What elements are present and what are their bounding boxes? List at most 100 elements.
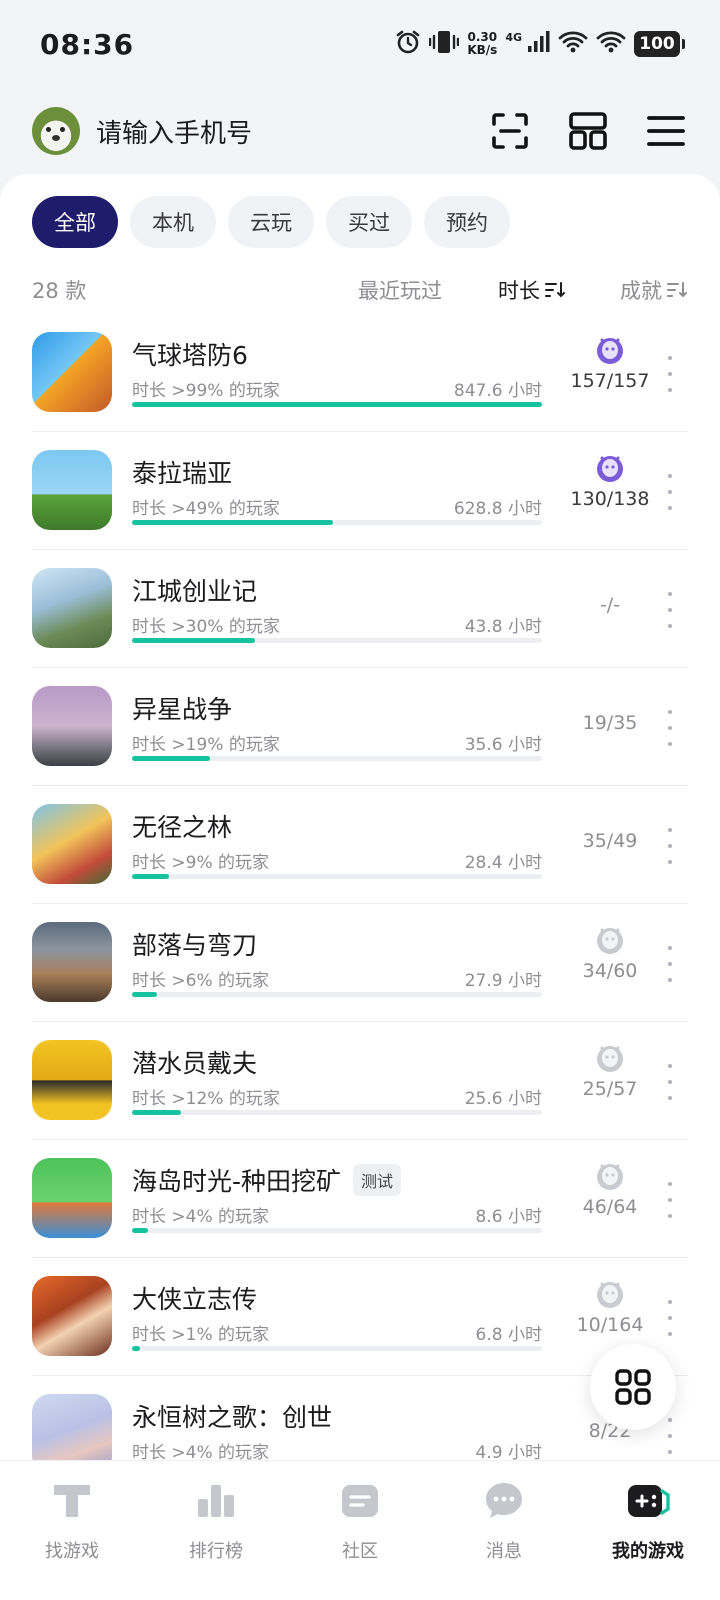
game-row[interactable]: 海岛时光-种田挖矿 测试 时长 >4% 的玩家 8.6 小时 46/64 [0, 1140, 720, 1258]
bottom-nav: 找游戏 排行榜 社区 消息 我的游戏 [0, 1460, 720, 1600]
game-name[interactable]: 无径之林 [132, 808, 232, 844]
game-title: 部落与弯刀 [132, 931, 258, 960]
avatar[interactable] [32, 107, 80, 155]
login-prompt[interactable]: 请输入手机号 [96, 113, 454, 150]
playtime-progress-fill [132, 520, 333, 525]
game-icon[interactable] [32, 804, 112, 884]
sort-achievement-button[interactable]: 成就 [620, 275, 688, 305]
game-icon[interactable] [32, 686, 112, 766]
more-options-icon[interactable] [664, 828, 676, 864]
achievement-count[interactable]: 35/49 [556, 830, 664, 852]
game-title: 气球塔防6 [132, 341, 248, 370]
game-name[interactable]: 江城创业记 [132, 572, 257, 608]
game-row[interactable]: 部落与弯刀 时长 >6% 的玩家 27.9 小时 34/60 [0, 904, 720, 1022]
find-game-icon [48, 1477, 96, 1525]
more-options-icon[interactable] [664, 1418, 676, 1454]
game-icon[interactable] [32, 332, 112, 412]
more-options-icon[interactable] [664, 474, 676, 510]
nav-item-message[interactable]: 消息 [432, 1461, 576, 1600]
playtime-progress-fill [132, 992, 157, 997]
nav-item-my-games[interactable]: 我的游戏 [576, 1461, 720, 1600]
nav-item-ranking[interactable]: 排行榜 [144, 1461, 288, 1600]
nav-item-community[interactable]: 社区 [288, 1461, 432, 1600]
signal-label: 4G [505, 30, 522, 44]
filter-chips: 全部 本机 云玩 买过 预约 [32, 196, 510, 248]
playtime-percentile: 时长 >99% 的玩家 [132, 381, 280, 401]
game-row[interactable]: 异星战争 时长 >19% 的玩家 35.6 小时 19/35 [0, 668, 720, 786]
game-name[interactable]: 海岛时光-种田挖矿 测试 [132, 1162, 402, 1198]
game-title: 无径之林 [132, 813, 233, 842]
menu-button[interactable] [644, 109, 688, 153]
nav-label: 社区 [342, 1541, 378, 1562]
game-row[interactable]: 泰拉瑞亚 时长 >49% 的玩家 628.8 小时 130/138 [0, 432, 720, 550]
wifi-icon-2 [596, 30, 626, 58]
more-options-icon[interactable] [664, 1064, 676, 1100]
game-library-panel: 全部 本机 云玩 买过 预约 28 款 最近玩过 时长 成就 气球塔防6 时长 >99% … [0, 174, 720, 1484]
filter-chip[interactable]: 全部 [32, 196, 118, 248]
achievement-count[interactable]: 157/157 [556, 370, 664, 392]
filter-chip[interactable]: 本机 [130, 196, 216, 248]
achievement-count[interactable]: 46/64 [556, 1196, 664, 1218]
game-icon[interactable] [32, 1276, 112, 1356]
achievement-count[interactable]: -/- [556, 594, 664, 616]
playtime-hours: 628.8 小时 [453, 499, 542, 519]
achievement-count[interactable]: 130/138 [556, 488, 664, 510]
game-name[interactable]: 部落与弯刀 [132, 926, 257, 962]
nav-item-find-game[interactable]: 找游戏 [0, 1461, 144, 1600]
playtime-progress-bar [132, 1110, 542, 1115]
net-speed: 0.30 KB/s [467, 31, 497, 57]
playtime-hours: 6.8 小时 [475, 1325, 542, 1345]
game-icon[interactable] [32, 568, 112, 648]
filter-chip[interactable]: 云玩 [228, 196, 314, 248]
more-options-icon[interactable] [664, 1300, 676, 1336]
achievement-count[interactable]: 34/60 [556, 960, 664, 982]
game-icon[interactable] [32, 922, 112, 1002]
my-games-icon [624, 1477, 672, 1525]
game-row[interactable]: 潜水员戴夫 时长 >12% 的玩家 25.6 小时 25/57 [0, 1022, 720, 1140]
game-title: 江城创业记 [132, 577, 258, 606]
game-row[interactable]: 气球塔防6 时长 >99% 的玩家 847.6 小时 157/157 [0, 314, 720, 432]
game-name[interactable]: 泰拉瑞亚 [132, 454, 232, 490]
game-icon[interactable] [32, 1040, 112, 1120]
scan-button[interactable] [488, 109, 532, 153]
playtime-percentile: 时长 >9% 的玩家 [132, 853, 270, 873]
game-icon[interactable] [32, 450, 112, 530]
achievement-count[interactable]: 25/57 [556, 1078, 664, 1100]
playtime-percentile: 时长 >1% 的玩家 [132, 1325, 270, 1345]
wifi-icon [558, 30, 588, 58]
more-options-icon[interactable] [664, 946, 676, 982]
game-icon[interactable] [32, 1158, 112, 1238]
sort-duration-button[interactable]: 时长 [498, 275, 566, 305]
filter-chip[interactable]: 买过 [326, 196, 412, 248]
game-title: 海岛时光-种田挖矿 [132, 1167, 342, 1196]
playtime-hours: 35.6 小时 [464, 735, 542, 755]
game-name[interactable]: 气球塔防6 [132, 336, 248, 372]
filter-chip[interactable]: 预约 [424, 196, 510, 248]
more-options-icon[interactable] [664, 356, 676, 392]
achievement-count[interactable]: 19/35 [556, 712, 664, 734]
grid-view-button[interactable] [590, 1344, 676, 1430]
playtime-progress-bar [132, 1346, 542, 1351]
playtime-progress-bar [132, 402, 542, 407]
game-row[interactable]: 无径之林 时长 >9% 的玩家 28.4 小时 35/49 [0, 786, 720, 904]
game-name[interactable]: 潜水员戴夫 [132, 1044, 257, 1080]
more-options-icon[interactable] [664, 710, 676, 746]
playtime-progress-fill [132, 1110, 182, 1115]
game-name[interactable]: 永恒树之歌：创世 [132, 1398, 332, 1434]
playtime-hours: 25.6 小时 [464, 1089, 542, 1109]
layout-button[interactable] [566, 109, 610, 153]
status-icons: 0.30 KB/s 4G 100 [395, 29, 685, 59]
battery-icon: 100 [634, 31, 685, 57]
game-name[interactable]: 异星战争 [132, 690, 232, 726]
playtime-progress-bar [132, 638, 542, 643]
achievement-badge-icon [597, 1046, 623, 1072]
more-options-icon[interactable] [664, 592, 676, 628]
playtime-progress-bar [132, 874, 542, 879]
game-name[interactable]: 大侠立志传 [132, 1280, 257, 1316]
achievement-badge-icon [597, 1282, 623, 1308]
sort-desc-icon [667, 282, 687, 298]
achievement-count[interactable]: 10/164 [556, 1314, 664, 1336]
game-row[interactable]: 江城创业记 时长 >30% 的玩家 43.8 小时 -/- [0, 550, 720, 668]
sort-recent-button[interactable]: 最近玩过 [358, 275, 442, 305]
more-options-icon[interactable] [664, 1182, 676, 1218]
